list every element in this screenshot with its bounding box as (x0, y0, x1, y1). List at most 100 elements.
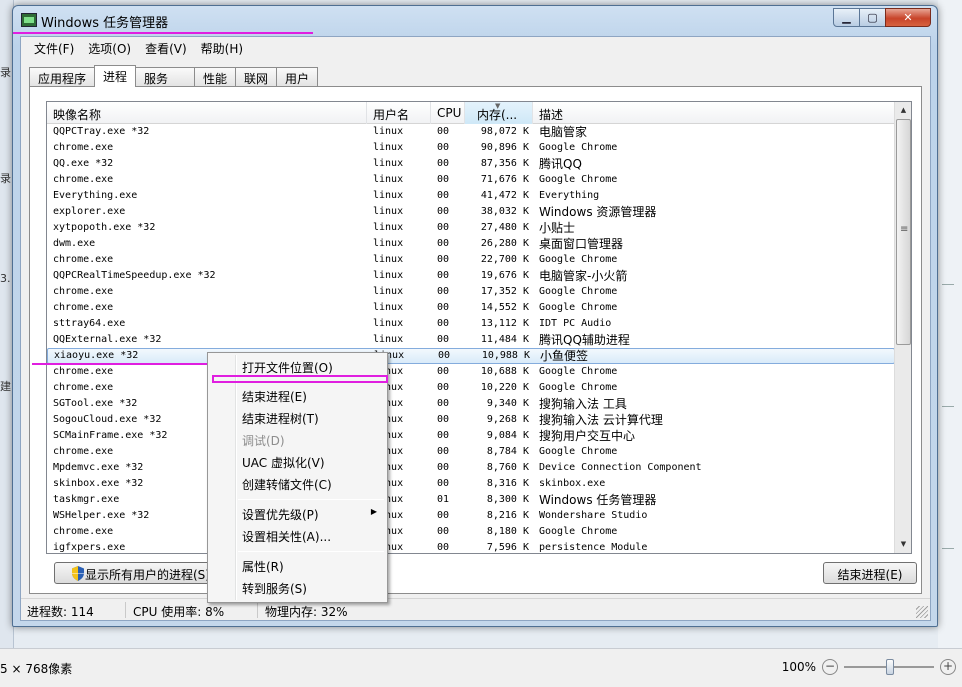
table-row[interactable]: chrome.exe linux 00 71,676 K Google Chrome (47, 172, 895, 188)
scroll-down-icon[interactable]: ▼ (896, 537, 911, 552)
table-row[interactable]: QQPCTray.exe *32 linux 00 98,072 K 电脑管家 (47, 124, 895, 140)
status-separator (257, 602, 258, 618)
show-all-processes-label: 显示所有用户的进程(S) (85, 568, 210, 582)
column-header-cpu[interactable]: CPU (431, 102, 465, 124)
menu-item-end-process-tree[interactable]: 结束进程树(T) (210, 407, 385, 428)
table-row[interactable]: xytpopoth.exe *32 linux 00 27,480 K 小贴士 (47, 220, 895, 236)
close-button[interactable]: ✕ (885, 8, 931, 27)
status-cpu-usage: CPU 使用率: 8% (133, 605, 225, 619)
sort-arrow-icon: ▼ (495, 102, 501, 110)
table-row[interactable]: chrome.exe linux 00 14,552 K Google Chrome (47, 300, 895, 316)
column-header-user[interactable]: 用户名 (367, 102, 431, 124)
process-list[interactable]: 映像名称 用户名 CPU ▼ 内存(... 描述 QQPCTray.exe *3… (46, 101, 912, 554)
cell-user: linux (373, 142, 404, 153)
menu-item-go-to-service[interactable]: 转到服务(S) (210, 577, 385, 598)
cell-memory: 13,112 K (480, 318, 529, 329)
cell-image-name: chrome.exe (53, 382, 114, 393)
menu-item-properties[interactable]: 属性(R) (210, 555, 385, 576)
menu-file[interactable]: 文件(F) (27, 37, 81, 57)
task-manager-window: Windows 任务管理器 ▁ ▢ ✕ 文件(F) 选项(O) 查看(V) 帮助… (12, 5, 938, 627)
cell-description: 搜狗输入法 云计算代理 (539, 413, 663, 427)
cell-cpu: 00 (437, 270, 450, 281)
zoom-slider-thumb[interactable] (886, 659, 894, 675)
table-row[interactable]: chrome.exe linux 00 90,896 K Google Chrome (47, 140, 895, 156)
cell-image-name: Mpdemvc.exe *32 (53, 462, 144, 473)
table-row[interactable]: QQPCRealTimeSpeedup.exe *32 linux 00 19,676… (47, 268, 895, 284)
menu-help[interactable]: 帮助(H) (194, 37, 250, 57)
table-row[interactable]: skinbox.exe *32 linux 00 8,316 Kskinbox.exe (47, 476, 895, 492)
column-header-memory[interactable]: ▼ 内存(... (465, 102, 533, 124)
end-process-button[interactable]: 结束进程(E) (823, 562, 917, 584)
tab-networking[interactable]: 联网 (235, 67, 278, 87)
table-row[interactable]: QQExternal.exe *32 linux 00 11,484 K 腾讯QQ辅助进… (47, 332, 895, 348)
table-row[interactable]: Everything.exe linux 00 41,472 K Everything (47, 188, 895, 204)
table-row[interactable]: dwm.exe linux 00 26,280 K 桌面窗口管理器 (47, 236, 895, 252)
table-row[interactable]: chrome.exe linux 00 10,220 K Google Chrome (47, 380, 895, 396)
table-row[interactable]: igfxpers.exe linux 00 7,596 Kpersistence Mo… (47, 540, 895, 553)
table-row[interactable]: SCMainFrame.exe *32 linux 00 9,084 K 搜狗用户交互中… (47, 428, 895, 444)
menu-item-set-affinity[interactable]: 设置相关性(A)... (210, 525, 385, 546)
scroll-thumb[interactable] (896, 119, 911, 345)
cell-image-name: sttray64.exe (53, 318, 126, 329)
cell-memory: 8,180 K (486, 526, 529, 537)
menu-item-end-process[interactable]: 结束进程(E) (210, 385, 385, 406)
table-row[interactable]: SGTool.exe *32 linux 00 9,340 K 搜狗输入法 工具 (47, 396, 895, 412)
menu-item-open-file-location[interactable]: 打开文件位置(O) (210, 356, 385, 377)
table-row[interactable]: sttray64.exe linux 00 13,112 K IDT PC Audio (47, 316, 895, 332)
table-row[interactable]: xiaoyu.exe *32 linux 00 10,988 K 小鱼便签 (47, 348, 895, 364)
table-row[interactable]: chrome.exe linux 00 22,700 K Google Chrome (47, 252, 895, 268)
table-row[interactable]: chrome.exe linux 00 8,784 K Google Chrome (47, 444, 895, 460)
table-row[interactable]: WSHelper.exe *32 linux 00 8,216 K Wondershar… (47, 508, 895, 524)
tab-services[interactable]: 服务 (135, 67, 196, 87)
cell-memory: 26,280 K (480, 238, 529, 249)
cell-description: Google Chrome (539, 286, 618, 297)
tab-users[interactable]: 用户 (276, 67, 319, 87)
cell-cpu: 00 (437, 254, 450, 265)
table-row[interactable]: QQ.exe *32 linux 00 87,356 K 腾讯QQ (47, 156, 895, 172)
tab-processes[interactable]: 进程 (94, 65, 137, 87)
cell-image-name: explorer.exe (53, 206, 126, 217)
tab-applications[interactable]: 应用程序 (29, 67, 96, 87)
scroll-up-icon[interactable]: ▲ (896, 103, 911, 118)
resize-grip[interactable] (916, 606, 928, 618)
cell-description: Google Chrome (539, 302, 618, 313)
cell-memory: 14,552 K (480, 302, 529, 313)
minimize-button[interactable]: ▁ (833, 8, 860, 27)
table-row[interactable]: Mpdemvc.exe *32 linux 00 8,760 K Device Conn… (47, 460, 895, 476)
zoom-in-icon[interactable]: + (940, 659, 956, 675)
cell-description: 搜狗用户交互中心 (539, 429, 636, 443)
cell-image-name: SGTool.exe *32 (53, 398, 138, 409)
cell-description: 小鱼便签 (540, 349, 589, 363)
vertical-scrollbar[interactable]: ▲ ▼ (894, 102, 911, 553)
column-header-description[interactable]: 描述 (533, 102, 895, 124)
cell-description: 小贴士 (539, 221, 576, 235)
menu-options[interactable]: 选项(O) (81, 37, 138, 57)
title-bar[interactable]: Windows 任务管理器 ▁ ▢ ✕ (13, 6, 937, 34)
cell-cpu: 00 (437, 238, 450, 249)
status-separator (125, 602, 126, 618)
cell-cpu: 01 (437, 494, 450, 505)
zoom-out-icon[interactable]: − (822, 659, 838, 675)
show-all-processes-button[interactable]: 显示所有用户的进程(S) (54, 562, 220, 584)
cell-memory: 71,676 K (480, 174, 529, 185)
menu-item-create-dump-file[interactable]: 创建转储文件(C) (210, 473, 385, 494)
cell-memory: 8,760 K (486, 462, 529, 473)
table-row[interactable]: chrome.exe linux 00 8,180 K Google Chrome (47, 524, 895, 540)
cell-image-name: chrome.exe (53, 174, 114, 185)
process-rows: QQPCTray.exe *32 linux 00 98,072 K 电脑管家 chrom… (47, 124, 895, 553)
menu-item-set-priority[interactable]: 设置优先级(P) ▶ (210, 503, 385, 524)
cell-image-name: xiaoyu.exe *32 (54, 350, 139, 361)
table-row[interactable]: explorer.exe linux 00 38,032 K Windows 资源管理器 (47, 204, 895, 220)
table-row[interactable]: SogouCloud.exe *32 linux 00 9,268 K 搜狗输入法 云计… (47, 412, 895, 428)
tab-performance[interactable]: 性能 (194, 67, 237, 87)
maximize-button[interactable]: ▢ (859, 8, 886, 27)
column-header-image-name[interactable]: 映像名称 (47, 102, 367, 124)
menu-item-uac-virtualization[interactable]: UAC 虚拟化(V) (210, 451, 385, 472)
menu-view[interactable]: 查看(V) (138, 37, 194, 57)
table-row[interactable]: chrome.exe linux 00 10,688 K Google Chrome (47, 364, 895, 380)
status-process-count: 进程数: 114 (27, 605, 94, 619)
cell-description: Windows 资源管理器 (539, 205, 657, 219)
menu-item-set-priority-label: 设置优先级(P) (242, 508, 319, 522)
table-row[interactable]: taskmgr.exe linux 01 8,300 K Windows 任务管理器 (47, 492, 895, 508)
table-row[interactable]: chrome.exe linux 00 17,352 K Google Chrome (47, 284, 895, 300)
